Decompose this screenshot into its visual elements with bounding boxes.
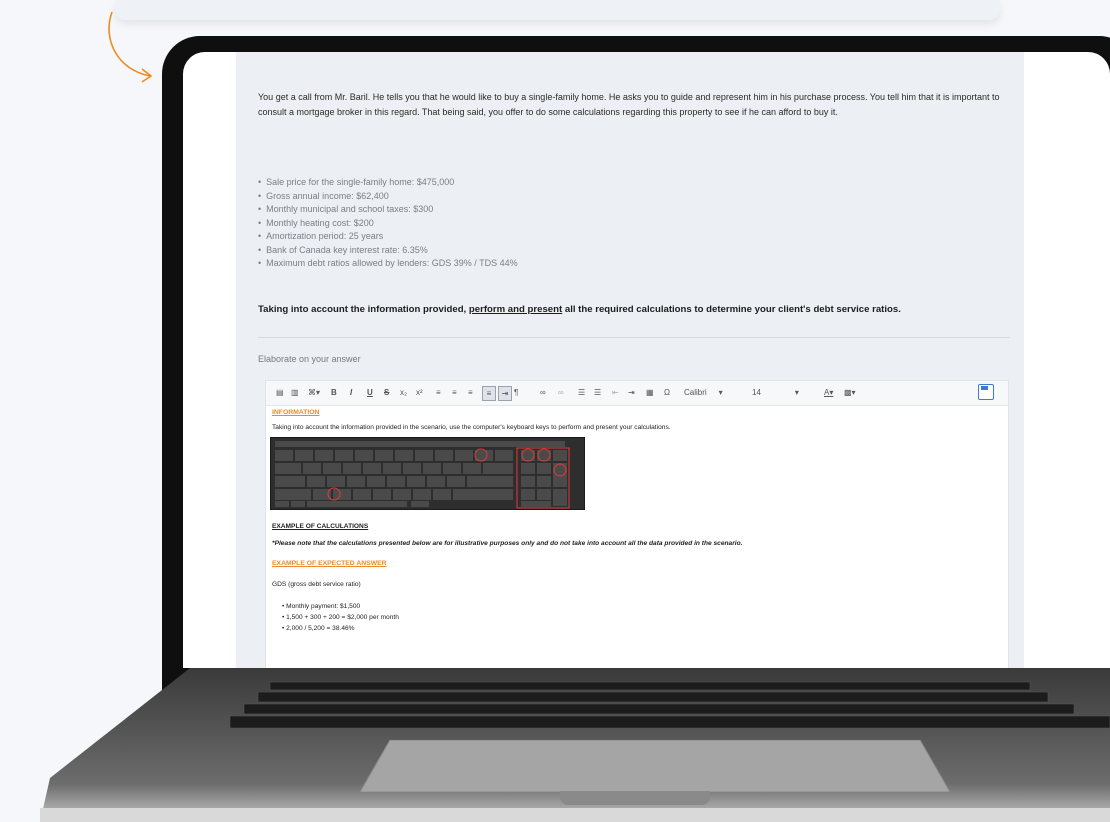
- superscript-button[interactable]: x²: [416, 386, 423, 399]
- align-left-icon[interactable]: ≡: [436, 386, 441, 399]
- expected-answer-heading: EXAMPLE OF EXPECTED ANSWER: [272, 560, 387, 567]
- information-heading: INFORMATION: [272, 409, 320, 416]
- editor-toolbar: ▤ ▥ ⌘▾ B I U S x₂ x² ≡ ≡ ≡ ≡ ⇥ ¶ ∞ ∞ ☰ ☰…: [266, 381, 1008, 406]
- align-center-icon[interactable]: ≡: [452, 386, 457, 399]
- text-color-button[interactable]: A ▾: [824, 386, 833, 399]
- strikethrough-button[interactable]: S: [384, 386, 389, 399]
- gds-item-text: Monthly payment: $1,500: [286, 603, 361, 610]
- save-icon[interactable]: [978, 384, 994, 400]
- numbered-list-icon[interactable]: ☰: [578, 386, 585, 399]
- list-item: Gross annual income: $62,400: [258, 190, 518, 204]
- curved-arrow-icon: [108, 11, 153, 83]
- gds-item-text: 1,500 + 300 + 200 = $2,000 per month: [286, 614, 399, 621]
- bulleted-list-icon[interactable]: ☰: [594, 386, 601, 399]
- special-char-button[interactable]: Ω: [664, 386, 670, 399]
- bold-button[interactable]: B: [331, 386, 337, 399]
- information-text: Taking into account the information prov…: [272, 424, 671, 431]
- task-prefix: Taking into account the information prov…: [258, 304, 469, 315]
- list-item: Monthly heating cost: $200: [258, 217, 518, 231]
- unlink-icon[interactable]: ∞: [558, 386, 564, 399]
- scenario-facts-list: Sale price for the single-family home: $…: [258, 176, 518, 271]
- answer-label: Elaborate on your answer: [258, 354, 361, 364]
- pilcrow-button[interactable]: ¶: [514, 386, 518, 399]
- gds-item-text: 2,000 / 5,200 = 38.46%: [286, 625, 355, 632]
- indent-icon[interactable]: ⇥: [628, 386, 635, 399]
- trackpad: [360, 740, 950, 792]
- chevron-down-icon: ▾: [718, 388, 723, 397]
- disclaimer-note: *Please note that the calculations prese…: [272, 540, 743, 547]
- subscript-button[interactable]: x₂: [400, 386, 407, 399]
- divider: [258, 337, 1010, 338]
- example-calculations-heading: EXAMPLE OF CALCULATIONS: [272, 523, 369, 530]
- list-item: Bank of Canada key interest rate: 6.35%: [258, 244, 518, 258]
- question-panel: You get a call from Mr. Baril. He tells …: [236, 52, 1024, 668]
- scenario-paragraph: You get a call from Mr. Baril. He tells …: [258, 92, 1000, 117]
- list-item: Amortization period: 25 years: [258, 230, 518, 244]
- list-item: Maximum debt ratios allowed by lenders: …: [258, 257, 517, 271]
- font-family-value: Calibri: [684, 388, 707, 397]
- list-item: Monthly municipal and school taxes: $300: [258, 203, 518, 217]
- background-color-icon[interactable]: ▩▾: [844, 386, 856, 399]
- font-size-value: 14: [752, 388, 761, 397]
- task-instruction: Taking into account the information prov…: [258, 304, 901, 315]
- paste-text-icon[interactable]: ▥: [291, 386, 299, 399]
- keyboard-image: [270, 437, 585, 510]
- underline-button[interactable]: U: [367, 386, 373, 399]
- align-justify-icon[interactable]: ≡: [482, 386, 496, 401]
- list-item: Sale price for the single-family home: $…: [258, 176, 518, 190]
- laptop-notch: [560, 791, 710, 805]
- list-item: • 2,000 / 5,200 = 38.46%: [282, 625, 355, 632]
- gds-label: GDS (gross debt service ratio): [272, 581, 361, 588]
- list-item: • Monthly payment: $1,500: [282, 603, 361, 610]
- italic-button[interactable]: I: [350, 386, 352, 399]
- top-card: [115, 0, 1000, 20]
- table-icon[interactable]: ▦: [646, 386, 654, 399]
- font-size-select[interactable]: 14 ▾: [752, 386, 812, 399]
- ltr-icon[interactable]: ⇥: [498, 386, 512, 401]
- link-icon[interactable]: ∞: [540, 386, 546, 399]
- text-color-label: A: [824, 388, 830, 397]
- align-right-icon[interactable]: ≡: [468, 386, 473, 399]
- task-suffix: all the required calculations to determi…: [562, 304, 901, 315]
- chevron-down-icon: ▾: [794, 388, 799, 397]
- task-underlined: perform and present: [468, 304, 563, 315]
- rich-text-editor[interactable]: ▤ ▥ ⌘▾ B I U S x₂ x² ≡ ≡ ≡ ≡ ⇥ ¶ ∞ ∞ ☰ ☰…: [265, 380, 1009, 668]
- paste-icon[interactable]: ▤: [276, 386, 284, 399]
- format-painter-icon[interactable]: ⌘▾: [308, 386, 320, 399]
- laptop-screen: You get a call from Mr. Baril. He tells …: [183, 52, 1110, 668]
- outdent-icon[interactable]: ⇤: [612, 386, 619, 399]
- list-item: • 1,500 + 300 + 200 = $2,000 per month: [282, 614, 399, 621]
- keyboard-keys: [230, 681, 1110, 729]
- font-family-select[interactable]: Calibri ▾: [684, 386, 734, 399]
